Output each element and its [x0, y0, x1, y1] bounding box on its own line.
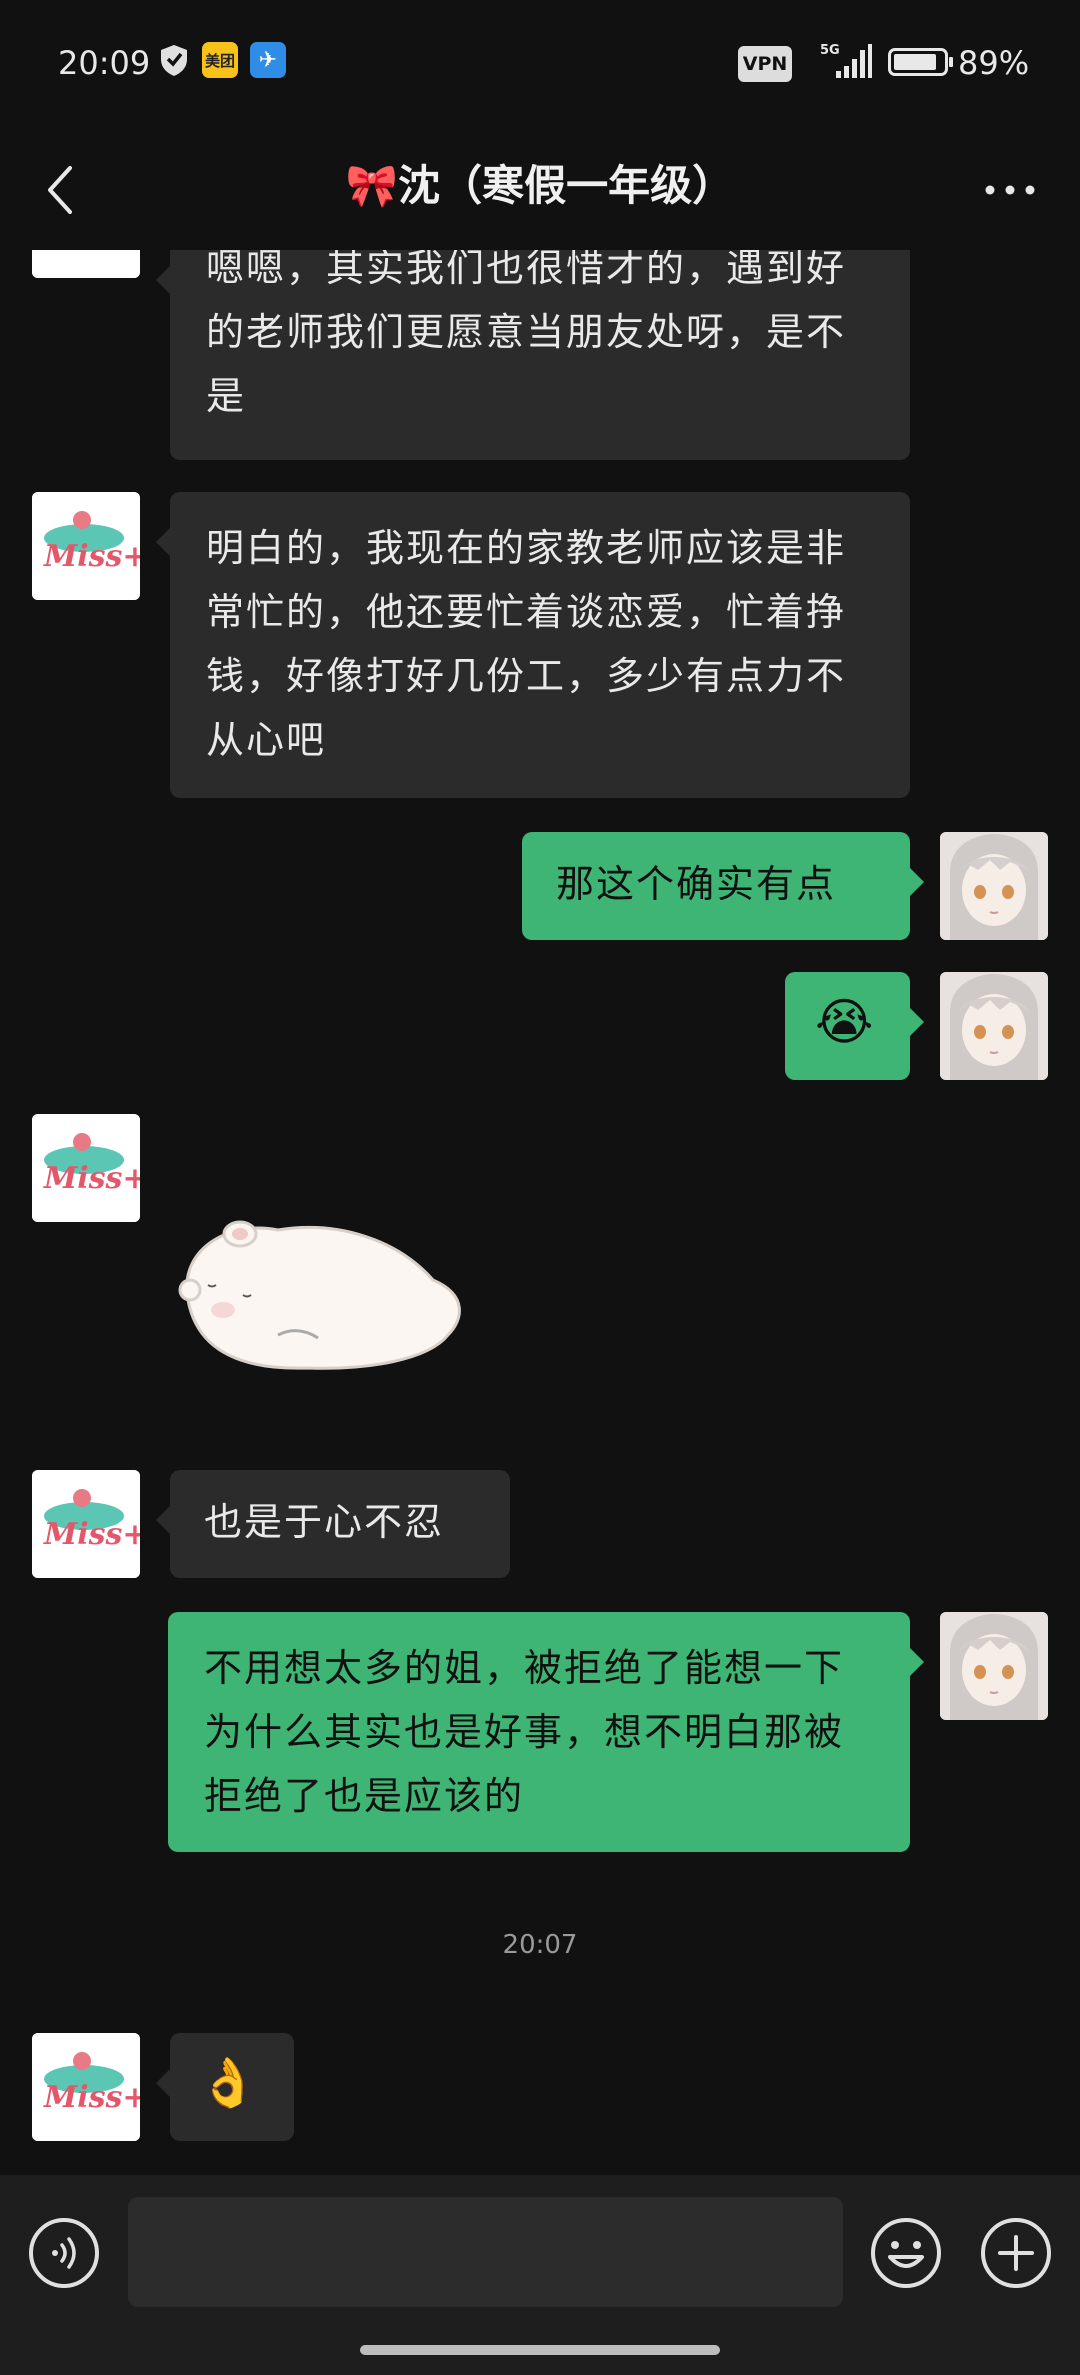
battery-percent: 89%	[958, 44, 1030, 82]
message-bubble[interactable]: 不用想太多的姐，被拒绝了能想一下为什么其实也是好事，想不明白那被拒绝了也是应该的	[168, 1612, 924, 1852]
input-bar	[0, 2175, 1080, 2375]
message-bubble[interactable]: 嗯嗯，其实我们也很惜才的，遇到好的老师我们更愿意当朋友处呀，是不是	[156, 250, 910, 460]
message-bubble[interactable]: 那这个确实有点	[522, 832, 924, 940]
message-bubble[interactable]: 明白的，我现在的家教老师应该是非常忙的，他还要忙着谈恋爱，忙着挣钱，好像打好几份…	[156, 492, 910, 798]
miss-logo-icon: Miss+	[32, 1114, 140, 1222]
message-text: 不用想太多的姐，被拒绝了能想一下为什么其实也是好事，想不明白那被拒绝了也是应该的	[204, 1646, 845, 1818]
message-timestamp: 20:07	[502, 1930, 578, 1960]
vpn-badge: VPN	[738, 46, 792, 82]
svg-text:Miss+: Miss+	[43, 539, 140, 574]
contact-avatar[interactable]: Miss+	[32, 1114, 140, 1222]
voice-input-icon[interactable]	[26, 2215, 102, 2291]
contact-avatar[interactable]: Miss+	[32, 492, 140, 600]
contact-avatar[interactable]: Miss+	[32, 1470, 140, 1578]
my-avatar[interactable]	[940, 832, 1048, 940]
message-bubble[interactable]: 😭	[785, 972, 924, 1080]
my-avatar[interactable]	[940, 972, 1048, 1080]
meituan-app-icon: 美团	[202, 42, 238, 78]
message-text: 那这个确实有点	[556, 862, 837, 906]
message-input[interactable]	[128, 2197, 843, 2307]
chat-title: 🎀沈（寒假一年级）	[345, 161, 735, 210]
my-avatar[interactable]	[940, 1612, 1048, 1720]
miss-logo-icon: Miss+	[32, 1470, 140, 1578]
anime-girl-avatar-icon	[940, 832, 1048, 940]
svg-text:Miss+: Miss+	[43, 2080, 140, 2115]
home-indicator[interactable]	[360, 2345, 720, 2355]
plus-icon[interactable]	[978, 2215, 1054, 2291]
more-options-icon[interactable]	[980, 160, 1040, 220]
status-time: 20:09	[58, 44, 151, 82]
miss-logo-icon: Miss+	[32, 492, 140, 600]
contact-avatar[interactable]: Miss+	[32, 250, 140, 278]
message-text: 明白的，我现在的家教老师应该是非常忙的，他还要忙着谈恋爱，忙着挣钱，好像打好几份…	[206, 526, 847, 762]
message-text: 嗯嗯，其实我们也很惜才的，遇到好的老师我们更愿意当朋友处呀，是不是	[206, 250, 847, 418]
anime-girl-avatar-icon	[940, 1612, 1048, 1720]
miss-logo-icon: Miss+	[32, 250, 140, 278]
hamster-sticker[interactable]	[168, 1210, 468, 1390]
message-emoji: 😭	[815, 993, 876, 1051]
message-emoji: 👌	[198, 2055, 260, 2111]
miss-logo-icon: Miss+	[32, 2033, 140, 2141]
signal-5g-icon: 5G	[820, 43, 872, 78]
anime-girl-avatar-icon	[940, 972, 1048, 1080]
battery-icon	[888, 48, 953, 76]
chat-header: 🎀沈（寒假一年级）	[0, 130, 1080, 250]
status-bar: 20:09 美团 ✈ VPN 5G 89%	[0, 0, 1080, 130]
message-bubble[interactable]: 👌	[156, 2033, 294, 2141]
svg-text:Miss+: Miss+	[43, 1517, 140, 1552]
contact-avatar[interactable]: Miss+	[32, 2033, 140, 2141]
message-text: 也是于心不忍	[204, 1500, 445, 1544]
message-bubble[interactable]: 也是于心不忍	[156, 1470, 510, 1578]
emoji-icon[interactable]	[868, 2215, 944, 2291]
network-label: 5G	[820, 43, 840, 58]
svg-text:Miss+: Miss+	[43, 1161, 140, 1196]
svg-text:Miss+: Miss+	[43, 250, 140, 252]
bird-app-icon: ✈	[250, 42, 286, 78]
shield-icon	[161, 45, 187, 76]
message-list[interactable]: Miss+ 嗯嗯，其实我们也很惜才的，遇到好的老师我们更愿意当朋友处呀，是不是 …	[0, 250, 1080, 2175]
